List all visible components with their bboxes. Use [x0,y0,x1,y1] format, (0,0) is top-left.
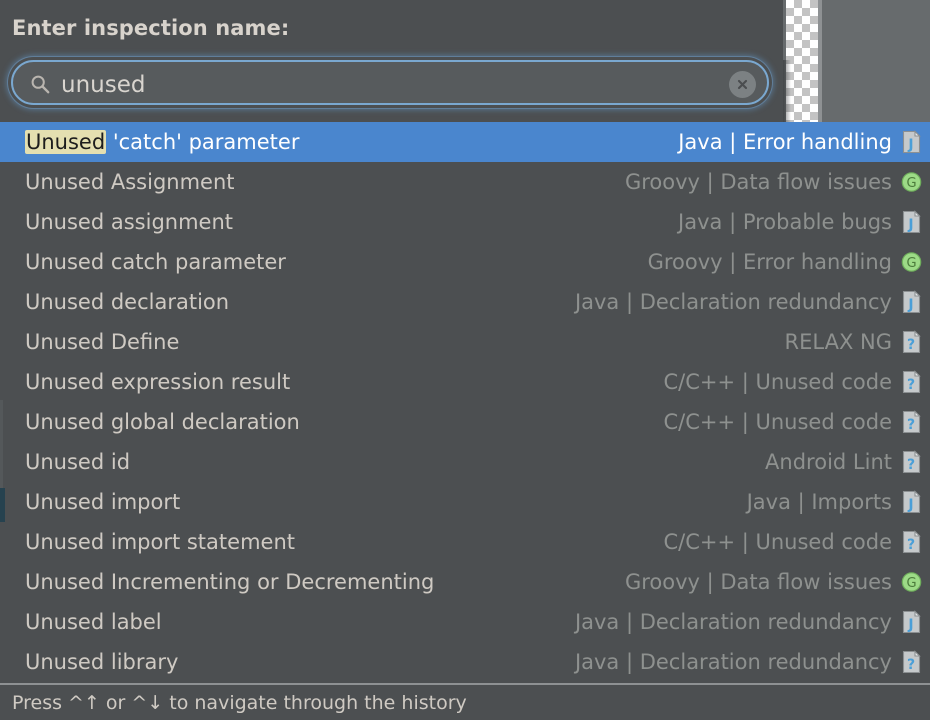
list-item-label: Unused catch parameter [25,250,286,274]
unknown-file-icon: ? [901,370,922,394]
dialog-title: Enter inspection name: [12,16,289,40]
java-file-icon: J [901,130,922,154]
list-item-group: Java | Declaration redundancy [575,290,892,314]
list-item-label: Unused declaration [25,290,229,314]
svg-text:?: ? [907,337,915,353]
groovy-icon: G [901,570,922,594]
unknown-file-icon: ? [901,330,922,354]
left-edge-shade [0,400,3,488]
list-item-label: Unused library [25,650,178,674]
list-item-label: Unused expression result [25,370,290,394]
svg-text:J: J [907,137,913,153]
svg-text:G: G [906,256,916,271]
groovy-icon: G [901,250,922,274]
list-item-group: Java | Error handling [678,130,892,154]
svg-text:J: J [907,497,913,513]
svg-text:G: G [906,176,916,191]
list-item-label: Unused id [25,450,130,474]
list-item-label: Unused import statement [25,530,295,554]
search-icon [30,74,50,94]
inspection-results-list[interactable]: Unused 'catch' parameter Java | Error han… [0,122,930,683]
list-item[interactable]: Unused id Android Lint? [0,442,930,482]
status-bar: Press ^↑ or ^↓ to navigate through the h… [0,683,930,720]
list-item[interactable]: Unused assignment Java | Probable bugs J [0,202,930,242]
svg-text:J: J [907,297,913,313]
popup-drop-shadow [783,60,791,124]
groovy-icon: G [901,170,922,194]
list-item[interactable]: Unused 'catch' parameter Java | Error han… [0,122,930,162]
list-item[interactable]: Unused label Java | Declaration redundanc… [0,602,930,642]
search-input[interactable]: unused [11,60,769,105]
svg-text:?: ? [907,457,915,473]
list-item[interactable]: Unused catch parameter Groovy | Error han… [0,242,930,282]
java-file-icon: J [901,210,922,234]
clear-icon[interactable] [729,71,756,98]
list-item-group: Groovy | Data flow issues [625,170,892,194]
list-item-group: Groovy | Error handling [648,250,892,274]
search-input-value: unused [61,70,145,100]
java-file-icon: J [901,490,922,514]
svg-text:?: ? [907,377,915,393]
list-item-group: C/C++ | Unused code [663,530,892,554]
list-item-label: Unused Define [25,330,179,354]
list-item-group: Groovy | Data flow issues [625,570,892,594]
status-hint-text: Press ^↑ or ^↓ to navigate through the h… [0,692,467,714]
panel-edge-divider [818,0,822,124]
unknown-file-icon: ? [901,650,922,674]
svg-text:?: ? [907,537,915,553]
list-item-label: Unused label [25,610,162,634]
list-item[interactable]: Unused Define RELAX NG? [0,322,930,362]
list-item-label-rest: 'catch' parameter [106,130,299,154]
svg-text:?: ? [907,657,915,673]
list-item-group: C/C++ | Unused code [663,370,892,394]
java-file-icon: J [901,290,922,314]
unknown-file-icon: ? [901,530,922,554]
list-item[interactable]: Unused import Java | Imports J [0,482,930,522]
list-item[interactable]: Unused Incrementing or Decrementing Groov… [0,562,930,602]
search-field-container: unused [8,57,772,108]
list-item-label: Unused 'catch' parameter [25,130,299,154]
list-item[interactable]: Unused declaration Java | Declaration red… [0,282,930,322]
svg-text:J: J [907,217,913,233]
svg-text:?: ? [907,417,915,433]
list-item-group: Android Lint [765,450,892,474]
list-item-label: Unused global declaration [25,410,300,434]
svg-text:G: G [906,576,916,591]
java-file-icon: J [901,610,922,634]
list-item[interactable]: Unused global declaration C/C++ | Unused … [0,402,930,442]
unknown-file-icon: ? [901,450,922,474]
list-item-label: Unused import [25,490,180,514]
list-item-group: Java | Declaration redundancy [575,650,892,674]
list-item-group: Java | Imports [747,490,892,514]
list-item-group: Java | Probable bugs [678,210,892,234]
list-item[interactable]: Unused Assignment Groovy | Data flow issu… [0,162,930,202]
match-highlight: Unused [25,130,106,154]
list-item-group: Java | Declaration redundancy [575,610,892,634]
svg-text:J: J [907,617,913,633]
list-item[interactable]: Unused library Java | Declaration redunda… [0,642,930,682]
list-item[interactable]: Unused import statement C/C++ | Unused co… [0,522,930,562]
list-item-label: Unused assignment [25,210,233,234]
list-item-group: RELAX NG [785,330,892,354]
list-item-label: Unused Assignment [25,170,235,194]
list-item-label: Unused Incrementing or Decrementing [25,570,434,594]
inspection-search-popup: Enter inspection name: unused [0,0,930,720]
unknown-file-icon: ? [901,410,922,434]
list-item-group: C/C++ | Unused code [663,410,892,434]
dialog-header: Enter inspection name: unused [0,0,783,122]
left-edge-scroll-marker [0,488,5,522]
list-item[interactable]: Unused expression result C/C++ | Unused c… [0,362,930,402]
